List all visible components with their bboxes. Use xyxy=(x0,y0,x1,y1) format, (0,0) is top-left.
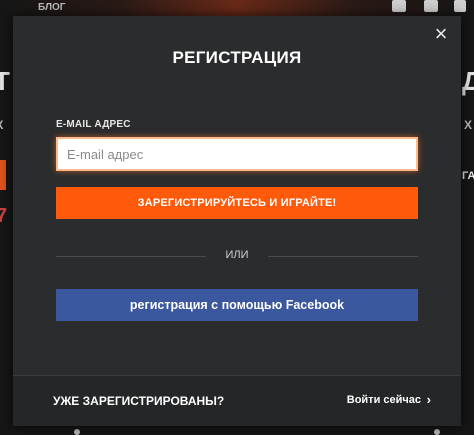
background-top-nav: БЛОГ xyxy=(0,0,474,14)
modal-footer: УЖЕ ЗАРЕГИСТРИРОВАНЫ? Войти сейчас › xyxy=(13,375,461,426)
chevron-right-icon[interactable]: › xyxy=(427,392,431,407)
email-input[interactable] xyxy=(56,137,418,171)
divider-line-right xyxy=(268,256,418,257)
social-icon[interactable] xyxy=(454,0,466,12)
background-edge-char: К xyxy=(0,118,3,132)
divider-text: ИЛИ xyxy=(225,249,249,261)
background-edge-char: ГА xyxy=(462,170,474,182)
close-icon[interactable]: × xyxy=(431,23,451,45)
divider-line-left xyxy=(56,256,206,257)
facebook-register-button[interactable]: регистрация с помощью Facebook xyxy=(56,289,418,321)
email-label: E-MAIL АДРЕС xyxy=(56,119,131,130)
background-edge-char: 7 xyxy=(0,205,8,227)
background-nav-blog[interactable]: БЛОГ xyxy=(38,2,65,13)
background-edge-char: Х xyxy=(464,118,473,132)
background-edge-char: Д xyxy=(462,66,474,96)
background-edge-char: Т xyxy=(0,66,10,96)
login-now-link[interactable]: Войти сейчас xyxy=(347,394,421,406)
twitter-icon[interactable] xyxy=(392,0,406,12)
registration-modal: × РЕГИСТРАЦИЯ E-MAIL АДРЕС ЗАРЕГИСТРИРУЙ… xyxy=(13,16,461,426)
facebook-icon[interactable] xyxy=(424,0,438,12)
background-bottom-icon xyxy=(434,429,440,435)
already-registered-text: УЖЕ ЗАРЕГИСТРИРОВАНЫ? xyxy=(53,394,225,408)
background-orange-accent xyxy=(0,160,6,190)
modal-title: РЕГИСТРАЦИЯ xyxy=(172,48,302,67)
register-button[interactable]: ЗАРЕГИСТРИРУЙТЕСЬ И ИГРАЙТЕ! xyxy=(56,187,418,219)
background-bottom-icon xyxy=(74,429,80,435)
